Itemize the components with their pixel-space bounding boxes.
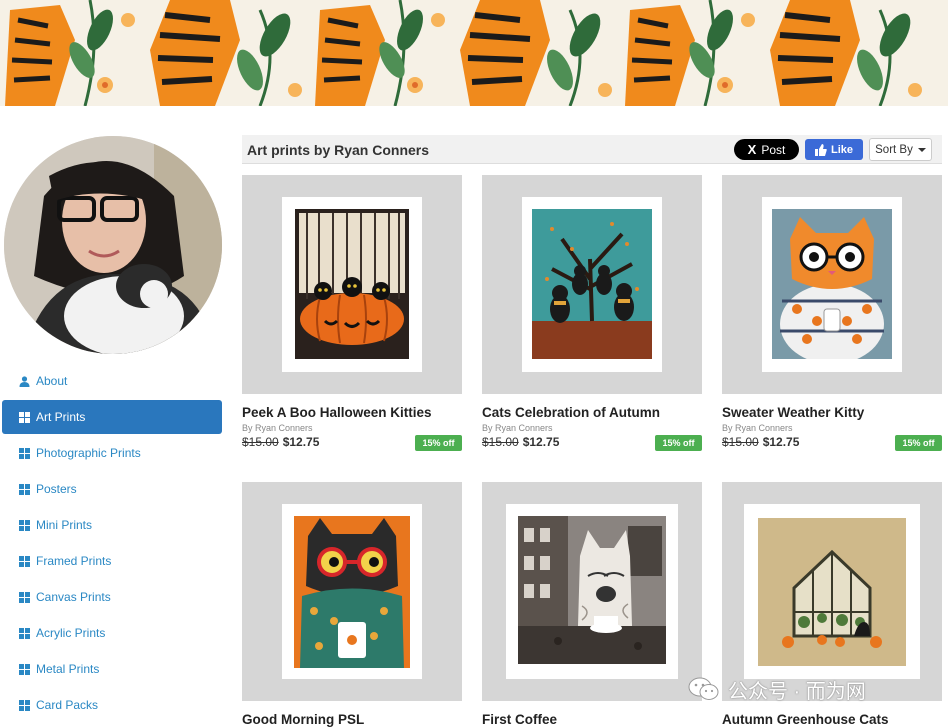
product-artist: By Ryan Conners xyxy=(482,423,553,433)
sort-by-dropdown[interactable]: Sort By xyxy=(869,138,932,161)
discount-badge: 15% off xyxy=(655,435,702,451)
sale-price: $12.75 xyxy=(762,435,800,449)
caret-down-icon xyxy=(917,147,926,152)
sidebar-item-label: Framed Prints xyxy=(36,554,112,568)
sidebar-nav: About Art Prints Photographic Prints Pos… xyxy=(0,364,226,724)
grid-icon xyxy=(19,699,30,711)
sidebar-item-label: Posters xyxy=(36,482,77,496)
grid-icon xyxy=(19,447,30,459)
product-title[interactable]: Peek A Boo Halloween Kitties xyxy=(242,405,432,420)
sidebar-item-label: Mini Prints xyxy=(36,518,93,532)
grid-icon xyxy=(19,663,30,675)
product-thumbnail[interactable] xyxy=(482,175,702,394)
header-banner xyxy=(0,0,948,106)
watermark-text: 公众号 · 而为网 xyxy=(728,680,866,703)
sidebar-item-card-packs[interactable]: Card Packs xyxy=(2,688,222,722)
sidebar-item-metal-prints[interactable]: Metal Prints xyxy=(2,652,222,686)
grid-icon xyxy=(19,627,30,639)
product-title[interactable]: First Coffee xyxy=(482,712,557,727)
product-price: $15.00 $12.75 xyxy=(722,435,799,449)
old-price: $15.00 xyxy=(722,435,759,449)
sidebar-item-about[interactable]: About xyxy=(2,364,222,398)
user-icon xyxy=(19,375,30,387)
product-title[interactable]: Sweater Weather Kitty xyxy=(722,405,864,420)
grid-icon xyxy=(19,519,30,531)
product-thumbnail[interactable] xyxy=(722,175,942,394)
sidebar-item-acrylic-prints[interactable]: Acrylic Prints xyxy=(2,616,222,650)
x-logo-icon: X xyxy=(747,142,757,157)
sidebar-item-label: Metal Prints xyxy=(36,662,100,676)
product-title[interactable]: Cats Celebration of Autumn xyxy=(482,405,660,420)
discount-badge: 15% off xyxy=(895,435,942,451)
thumbs-up-icon xyxy=(814,143,827,156)
grid-icon xyxy=(19,483,30,495)
sidebar-item-label: About xyxy=(36,374,68,388)
sidebar-item-label: Card Packs xyxy=(36,698,99,712)
like-label: Like xyxy=(830,143,853,156)
facebook-like-button[interactable]: Like xyxy=(805,139,863,160)
autumn-greenhouse-cats-artwork xyxy=(758,518,906,666)
product-thumbnail[interactable] xyxy=(242,175,462,394)
sidebar-item-canvas-prints[interactable]: Canvas Prints xyxy=(2,580,222,614)
sidebar-item-mini-prints[interactable]: Mini Prints xyxy=(2,508,222,542)
x-post-button[interactable]: X Post xyxy=(734,139,799,160)
product-thumbnail[interactable] xyxy=(722,482,942,701)
wechat-icon xyxy=(688,677,719,700)
post-label: Post xyxy=(761,142,786,157)
grid-icon xyxy=(19,411,30,423)
grid-icon xyxy=(19,555,30,567)
sidebar-item-photographic-prints[interactable]: Photographic Prints xyxy=(2,436,222,470)
sweater-kitty-artwork xyxy=(772,209,892,359)
autumn-cats-artwork xyxy=(532,209,652,359)
avatar xyxy=(4,136,222,354)
product-thumbnail[interactable] xyxy=(482,482,702,701)
discount-badge: 15% off xyxy=(415,435,462,451)
product-artist: By Ryan Conners xyxy=(722,423,793,433)
tiger-pattern-image xyxy=(0,0,948,106)
good-morning-psl-artwork xyxy=(294,516,410,668)
grid-icon xyxy=(19,591,30,603)
product-price: $15.00 $12.75 xyxy=(242,435,319,449)
product-artist: By Ryan Conners xyxy=(242,423,313,433)
sidebar-item-art-prints[interactable]: Art Prints xyxy=(2,400,222,434)
wechat-watermark: 公众号 · 而为网 xyxy=(688,674,866,704)
gallery-toolbar: Art prints by Ryan Conners X Post Like S… xyxy=(242,135,942,164)
page-title: Art prints by Ryan Conners xyxy=(247,142,430,158)
product-title[interactable]: Good Morning PSL xyxy=(242,712,364,727)
first-coffee-artwork xyxy=(518,516,666,664)
sidebar-item-label: Art Prints xyxy=(36,410,86,424)
halloween-kitties-artwork xyxy=(295,209,409,359)
sort-label: Sort By xyxy=(875,143,913,156)
sidebar-item-label: Photographic Prints xyxy=(36,446,141,460)
sidebar-item-framed-prints[interactable]: Framed Prints xyxy=(2,544,222,578)
product-thumbnail[interactable] xyxy=(242,482,462,701)
old-price: $15.00 xyxy=(482,435,519,449)
sale-price: $12.75 xyxy=(282,435,320,449)
sale-price: $12.75 xyxy=(522,435,560,449)
sidebar-item-label: Canvas Prints xyxy=(36,590,111,604)
old-price: $15.00 xyxy=(242,435,279,449)
product-title[interactable]: Autumn Greenhouse Cats xyxy=(722,712,889,727)
sidebar-item-posters[interactable]: Posters xyxy=(2,472,222,506)
product-price: $15.00 $12.75 xyxy=(482,435,559,449)
sidebar-item-label: Acrylic Prints xyxy=(36,626,106,640)
